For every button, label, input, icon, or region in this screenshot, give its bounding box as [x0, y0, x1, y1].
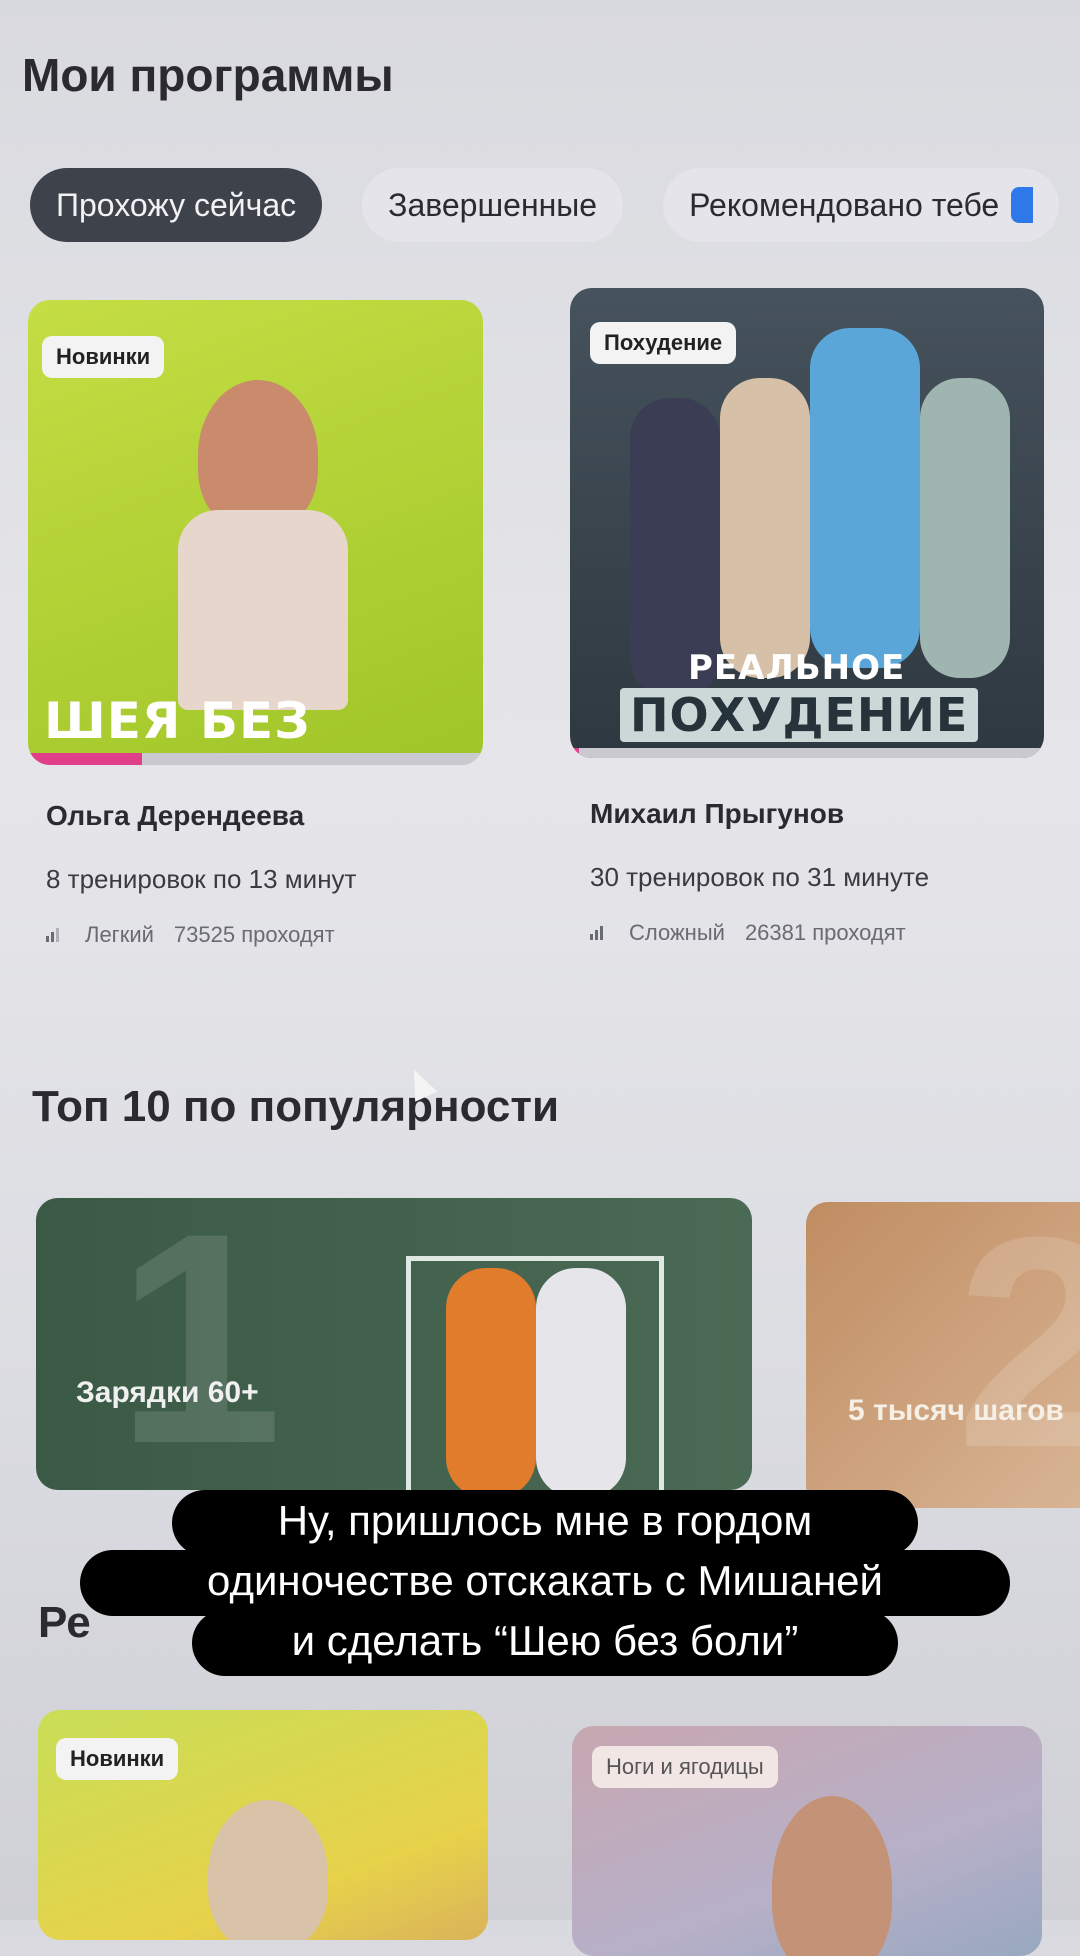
instructor-photo: [536, 1268, 626, 1490]
program-stats: Сложный 26381 проходят: [590, 920, 906, 946]
program-author: Михаил Прыгунов: [590, 798, 845, 829]
instructor-photo: [720, 378, 810, 678]
program-stats: Легкий 73525 проходят: [46, 922, 335, 948]
tab-in-progress[interactable]: Прохожу сейчас: [30, 168, 323, 242]
top-rank: 1: [116, 1198, 283, 1490]
tab-recommended-label: Рекомендовано тебе: [689, 186, 1000, 223]
tab-recommended[interactable]: Рекомендовано тебе: [663, 168, 1060, 242]
instructor-photo: [198, 380, 318, 530]
new-indicator-icon: [1011, 187, 1034, 223]
program-tabs: Прохожу сейчас Завершенные Рекомендовано…: [30, 168, 1060, 242]
video-caption-line-3: и сделать “Шею без боли”: [192, 1610, 898, 1676]
progress-fill: [28, 753, 142, 765]
program-cover-neck: Новинки ШЕЯ БЕЗ БОЛИ: [28, 300, 483, 765]
recommended-section-title: Ре: [38, 1598, 91, 1647]
difficulty-icon: [46, 928, 59, 942]
program-badge: Новинки: [42, 336, 165, 378]
top-item-title: 5 тысяч шагов: [848, 1394, 1064, 1427]
page-title: Мои программы: [22, 49, 394, 101]
instructor-photo: [772, 1796, 892, 1956]
program-workouts: 30 тренировок по 31 минуте: [590, 862, 930, 892]
instructor-photo: [446, 1268, 536, 1490]
program-badge: Новинки: [56, 1738, 179, 1780]
program-workouts: 8 тренировок по 13 минут: [46, 864, 357, 894]
program-badge: Ноги и ягодицы: [592, 1746, 778, 1788]
top-item-2[interactable]: 2 5 тысяч шагов: [806, 1202, 1080, 1508]
program-participants: 73525 проходят: [173, 922, 335, 947]
instructor-body: [178, 510, 348, 710]
video-caption-line-1: Ну, пришлось мне в гордом: [172, 1490, 918, 1556]
program-cover-title-line2: ПОХУДЕНИЕ: [620, 688, 979, 742]
program-author: Ольга Дерендеева: [46, 800, 305, 831]
instructor-photo: [810, 328, 920, 668]
top-item-1[interactable]: 1 Зарядки 60+: [36, 1198, 752, 1490]
recommended-card-1[interactable]: Новинки: [38, 1710, 488, 1940]
instructor-photo: [208, 1800, 328, 1940]
top-item-title: Зарядки 60+: [76, 1376, 259, 1409]
progress-fill: [570, 748, 580, 758]
progress-bar: [28, 753, 483, 765]
program-cover-title-line1: РЕАЛЬНОЕ: [688, 648, 906, 688]
recommended-card-2[interactable]: Ноги и ягодицы: [572, 1726, 1042, 1956]
progress-bar: [570, 748, 1044, 758]
instructor-photo: [920, 378, 1010, 678]
program-level: Сложный: [629, 920, 725, 945]
program-cover-weightloss: Похудение РЕАЛЬНОЕ ПОХУДЕНИЕ: [570, 288, 1044, 758]
program-participants: 26381 проходят: [744, 920, 906, 945]
video-caption-line-2: одиночестве отскакать с Мишаней: [80, 1550, 1010, 1616]
program-badge: Похудение: [590, 322, 737, 364]
tab-completed[interactable]: Завершенные: [362, 168, 624, 242]
difficulty-icon: [590, 926, 603, 940]
program-level: Легкий: [85, 922, 154, 947]
top-rank: 2: [956, 1202, 1080, 1508]
top-section-title: Топ 10 по популярности: [32, 1082, 559, 1131]
